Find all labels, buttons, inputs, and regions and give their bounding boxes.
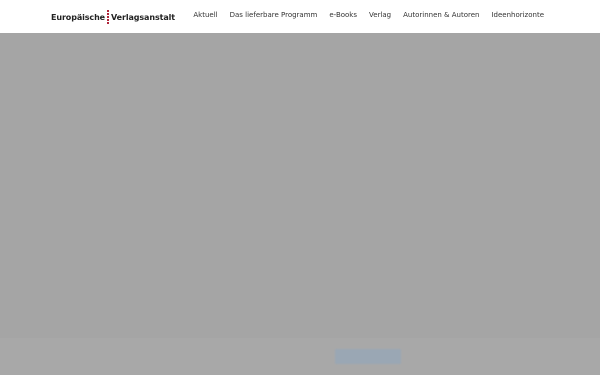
logo-text-right: Verlagsanstalt xyxy=(111,12,175,22)
nav-item-autoren[interactable]: Autorinnen & Autoren xyxy=(403,11,479,19)
cookie-accept-button[interactable] xyxy=(335,349,401,364)
nav-item-programm[interactable]: Das lieferbare Programm xyxy=(230,11,318,19)
site-header: Europäische Verlagsanstalt Aktuell Das l… xyxy=(0,0,600,33)
cookie-decline-button[interactable] xyxy=(502,349,588,364)
nav-item-ideenhorizonte[interactable]: Ideenhorizonte xyxy=(491,11,544,19)
nav-item-ebooks[interactable]: e-Books xyxy=(329,11,357,19)
nav-item-verlag[interactable]: Verlag xyxy=(369,11,391,19)
logo-text-left: Europäische xyxy=(51,12,105,22)
modal-overlay xyxy=(0,33,600,338)
main-navigation: Aktuell Das lieferbare Programm e-Books … xyxy=(193,11,544,19)
logo-divider-icon xyxy=(107,10,109,24)
site-logo[interactable]: Europäische Verlagsanstalt xyxy=(51,10,175,24)
cookie-settings-button[interactable] xyxy=(408,349,498,364)
nav-item-aktuell[interactable]: Aktuell xyxy=(193,11,217,19)
